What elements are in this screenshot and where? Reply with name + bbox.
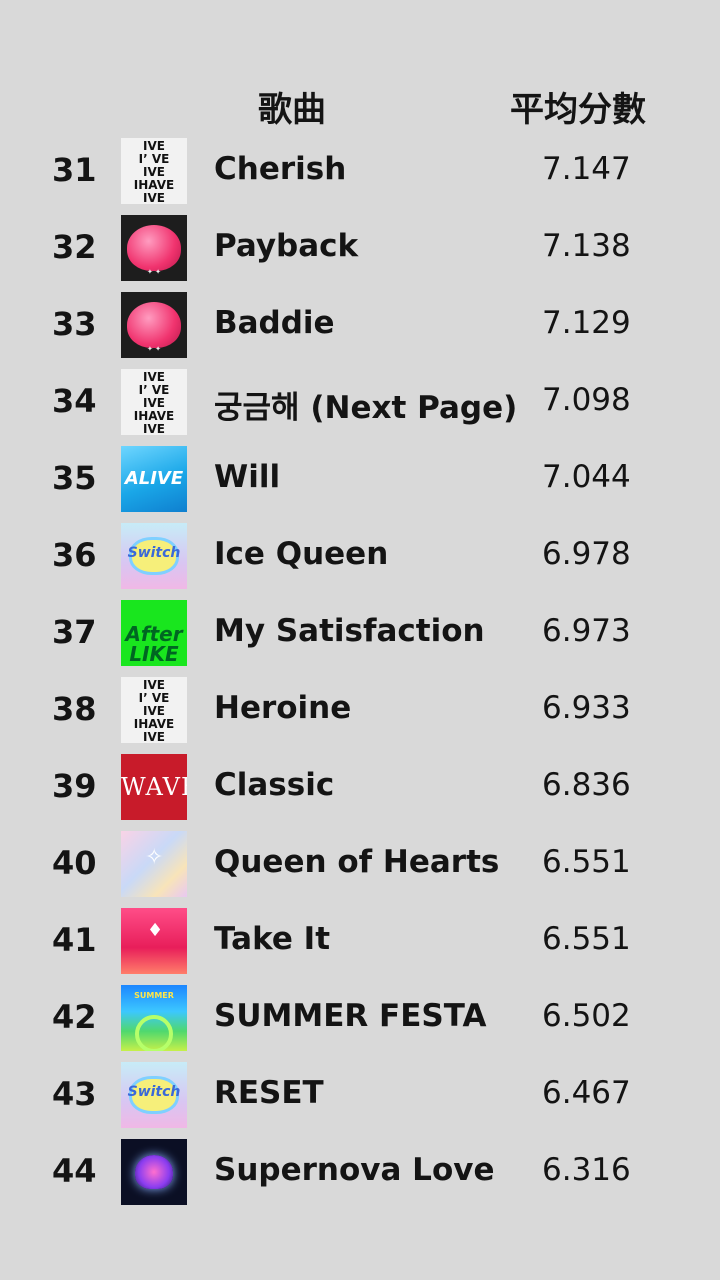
list-item: 40 ✧ Queen of Hearts 6.551: [0, 830, 720, 907]
list-item: 39 WAVE Classic 6.836: [0, 753, 720, 830]
rank-number: 36: [52, 536, 97, 574]
rank-number: 43: [52, 1075, 97, 1113]
rank-number: 40: [52, 844, 97, 882]
score-column-header: 平均分數: [510, 90, 646, 130]
rank-number: 33: [52, 305, 97, 343]
average-score: 6.933: [542, 690, 631, 726]
heart-album-cover: ✦ ✦: [121, 215, 187, 281]
average-score: 6.973: [542, 613, 631, 649]
switch-album-cover: Switch: [121, 523, 187, 589]
song-title: Queen of Hearts: [214, 844, 500, 880]
average-score: 7.044: [542, 459, 631, 495]
song-title: Baddie: [214, 305, 335, 341]
average-score: 6.551: [542, 921, 631, 957]
rank-number: 31: [52, 151, 97, 189]
list-item: 42 SUMMER SUMMER FESTA 6.502: [0, 984, 720, 1061]
list-item: 36 Switch Ice Queen 6.978: [0, 522, 720, 599]
list-item: 41 ♦ Take It 6.551: [0, 907, 720, 984]
song-column-header: 歌曲: [258, 90, 326, 130]
average-score: 7.098: [542, 382, 631, 418]
list-item: 37 After LIKE My Satisfaction 6.973: [0, 599, 720, 676]
song-title: Classic: [214, 767, 335, 803]
heart-album-cover: ✦ ✦: [121, 292, 187, 358]
song-title: Ice Queen: [214, 536, 389, 572]
wave-album-cover: WAVE: [121, 754, 187, 820]
table-header: 歌曲 平均分數: [0, 82, 720, 132]
average-score: 6.978: [542, 536, 631, 572]
song-title: Supernova Love: [214, 1152, 495, 1188]
song-title: 궁금해 (Next Page): [214, 390, 518, 426]
average-score: 6.551: [542, 844, 631, 880]
festa-album-cover: SUMMER: [121, 985, 187, 1051]
nova-album-cover: [121, 1139, 187, 1205]
rank-number: 41: [52, 921, 97, 959]
rank-number: 39: [52, 767, 97, 805]
list-item: 33 ✦ ✦ Baddie 7.129: [0, 291, 720, 368]
song-title: Payback: [214, 228, 359, 264]
song-title: Will: [214, 459, 281, 495]
list-item: 44 Supernova Love 6.316: [0, 1138, 720, 1215]
ive-album-cover: IVE I’ VE IVE IHAVE IVE: [121, 138, 187, 204]
list-item: 34 IVE I’ VE IVE IHAVE IVE 궁금해 (Next Page) 7.09…: [0, 368, 720, 445]
after-album-cover: After LIKE: [121, 600, 187, 666]
song-title: SUMMER FESTA: [214, 998, 487, 1034]
list-item: 31 IVE I’ VE IVE IHAVE IVE Cherish 7.147: [0, 137, 720, 214]
list-item: 32 ✦ ✦ Payback 7.138: [0, 214, 720, 291]
song-title: RESET: [214, 1075, 324, 1111]
rank-number: 32: [52, 228, 97, 266]
average-score: 6.502: [542, 998, 631, 1034]
ranking-list: 31 IVE I’ VE IVE IHAVE IVE Cherish 7.147 32 ✦ ✦ Pa…: [0, 137, 720, 1215]
alive-album-cover: ALIVE: [121, 446, 187, 512]
rank-number: 34: [52, 382, 97, 420]
average-score: 6.316: [542, 1152, 631, 1188]
average-score: 6.836: [542, 767, 631, 803]
average-score: 7.147: [542, 151, 631, 187]
rank-number: 38: [52, 690, 97, 728]
song-title: Heroine: [214, 690, 352, 726]
list-item: 38 IVE I’ VE IVE IHAVE IVE Heroine 6.933: [0, 676, 720, 753]
rank-number: 42: [52, 998, 97, 1036]
pastel-album-cover: ✧: [121, 831, 187, 897]
takeit-album-cover: ♦: [121, 908, 187, 974]
song-title: Take It: [214, 921, 331, 957]
average-score: 7.129: [542, 305, 631, 341]
average-score: 6.467: [542, 1075, 631, 1111]
ive-album-cover: IVE I’ VE IVE IHAVE IVE: [121, 369, 187, 435]
list-item: 43 Switch RESET 6.467: [0, 1061, 720, 1138]
average-score: 7.138: [542, 228, 631, 264]
rank-number: 35: [52, 459, 97, 497]
ive-album-cover: IVE I’ VE IVE IHAVE IVE: [121, 677, 187, 743]
switch-album-cover: Switch: [121, 1062, 187, 1128]
song-title: My Satisfaction: [214, 613, 485, 649]
list-item: 35 ALIVE Will 7.044: [0, 445, 720, 522]
rank-number: 44: [52, 1152, 97, 1190]
song-title: Cherish: [214, 151, 347, 187]
rank-number: 37: [52, 613, 97, 651]
